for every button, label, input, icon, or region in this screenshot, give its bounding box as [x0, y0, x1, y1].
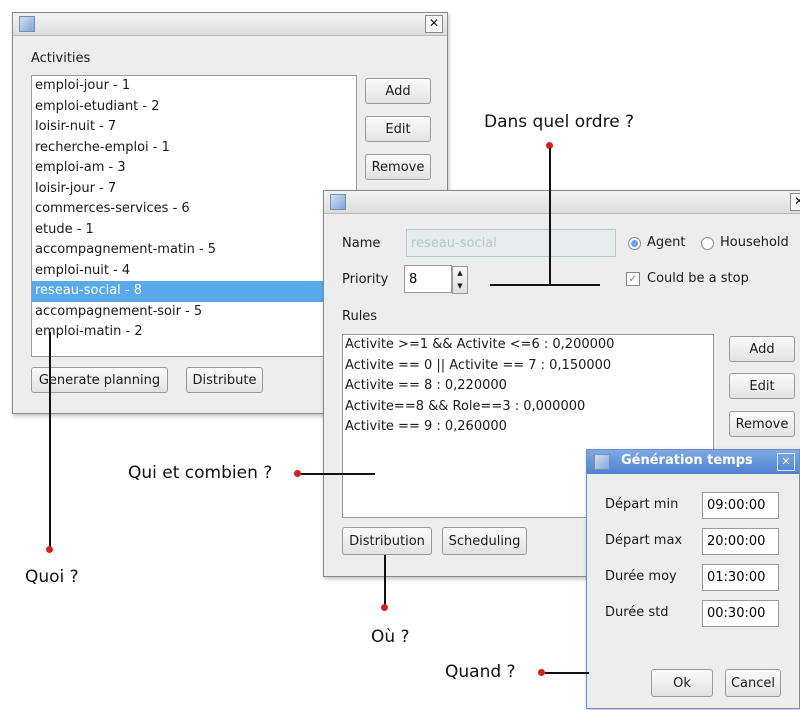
priority-spinner-arrows[interactable]: ▲ ▼	[452, 266, 468, 294]
annotation-what-marker	[46, 546, 53, 553]
list-item[interactable]: etude - 1	[32, 220, 356, 241]
list-item[interactable]: emploi-nuit - 4	[32, 261, 356, 282]
agent-radio-label: Agent	[647, 235, 686, 250]
household-radio-label: Household	[720, 235, 789, 250]
rules-edit-button[interactable]: Edit	[729, 373, 795, 399]
generation-field-input[interactable]	[702, 600, 779, 627]
close-icon[interactable]: ✕	[790, 193, 800, 211]
generation-field-label: Départ min	[605, 497, 679, 512]
scheduling-button[interactable]: Scheduling	[442, 527, 527, 555]
list-item[interactable]: commerces-services - 6	[32, 199, 356, 220]
rule-item[interactable]: Activite == 0 || Activite == 7 : 0,15000…	[343, 356, 713, 377]
list-item[interactable]: reseau-social - 8	[32, 281, 356, 302]
generate-planning-button[interactable]: Generate planning	[31, 367, 168, 393]
ok-button[interactable]: Ok	[651, 669, 713, 697]
activities-remove-button[interactable]: Remove	[365, 154, 431, 180]
rule-item[interactable]: Activite == 8 : 0,220000	[343, 376, 713, 397]
app-icon	[19, 16, 35, 32]
agent-radio[interactable]	[628, 237, 641, 250]
distribution-button[interactable]: Distribution	[342, 527, 432, 555]
annotation-order-line	[549, 148, 551, 284]
list-item[interactable]: emploi-jour - 1	[32, 76, 356, 97]
could-be-stop-checkbox[interactable]: ✓	[626, 272, 640, 286]
generation-field-label: Durée moy	[605, 569, 677, 584]
annotation-where: Où ?	[371, 627, 410, 647]
activities-add-button[interactable]: Add	[365, 78, 431, 104]
could-be-stop-label: Could be a stop	[647, 271, 749, 286]
close-icon[interactable]: ✕	[425, 15, 443, 33]
editor-titlebar: ✕	[324, 191, 800, 214]
annotation-what: Quoi ?	[25, 567, 79, 587]
rule-item[interactable]: Activite == 9 : 0,260000	[343, 417, 713, 438]
rules-add-button[interactable]: Add	[729, 336, 795, 362]
list-item[interactable]: accompagnement-soir - 5	[32, 302, 356, 323]
generation-dialog-title: Génération temps	[621, 453, 753, 468]
annotation-what-line	[49, 332, 51, 548]
rules-label: Rules	[342, 309, 378, 324]
annotation-who-line	[301, 473, 375, 475]
name-label: Name	[342, 236, 381, 251]
annotation-when: Quand ?	[445, 662, 516, 682]
priority-spinner-field[interactable]	[404, 265, 452, 293]
generation-field-input[interactable]	[702, 528, 779, 555]
generation-field-input[interactable]	[702, 564, 779, 591]
name-field[interactable]	[406, 229, 616, 257]
activities-list[interactable]: emploi-jour - 1 emploi-etudiant - 2 loisir…	[31, 75, 357, 357]
activities-label: Activities	[31, 51, 91, 66]
generation-field-label: Départ max	[605, 533, 683, 548]
list-item[interactable]: emploi-am - 3	[32, 158, 356, 179]
list-item[interactable]: emploi-matin - 2	[32, 322, 356, 343]
cancel-button[interactable]: Cancel	[725, 669, 781, 697]
spinner-up-icon[interactable]: ▲	[453, 267, 467, 280]
list-item[interactable]: accompagnement-matin - 5	[32, 240, 356, 261]
list-item[interactable]: emploi-etudiant - 2	[32, 97, 356, 118]
list-item[interactable]: loisir-nuit - 7	[32, 117, 356, 138]
annotation-when-line	[545, 672, 589, 674]
rule-item[interactable]: Activite==8 && Role==3 : 0,000000	[343, 397, 713, 418]
annotation-who-marker	[294, 470, 301, 477]
list-item[interactable]: loisir-jour - 7	[32, 179, 356, 200]
annotation-where-marker	[381, 604, 388, 611]
spinner-down-icon[interactable]: ▼	[453, 280, 467, 293]
rules-remove-button[interactable]: Remove	[729, 411, 795, 437]
annotation-order-hline	[490, 284, 600, 286]
annotation-who: Qui et combien ?	[128, 463, 273, 483]
rule-item[interactable]: Activite >=1 && Activite <=6 : 0,200000	[343, 335, 713, 356]
close-icon[interactable]: ✕	[777, 453, 795, 471]
generation-field-label: Durée std	[605, 605, 669, 620]
app-icon	[594, 454, 610, 470]
app-icon	[330, 194, 346, 210]
generation-field-input[interactable]	[702, 492, 779, 519]
activities-titlebar: ✕	[13, 13, 447, 36]
priority-label: Priority	[342, 272, 389, 287]
distribute-button[interactable]: Distribute	[186, 367, 263, 393]
list-item[interactable]: recherche-emploi - 1	[32, 138, 356, 159]
annotation-order: Dans quel ordre ?	[484, 112, 635, 132]
annotation-where-line	[384, 555, 386, 605]
activities-edit-button[interactable]: Edit	[365, 116, 431, 142]
annotation-when-marker	[538, 669, 545, 676]
household-radio[interactable]	[701, 237, 714, 250]
generation-dialog: Génération temps ✕ Départ min Départ max D…	[586, 449, 800, 709]
generation-dialog-titlebar: Génération temps ✕	[587, 450, 799, 474]
